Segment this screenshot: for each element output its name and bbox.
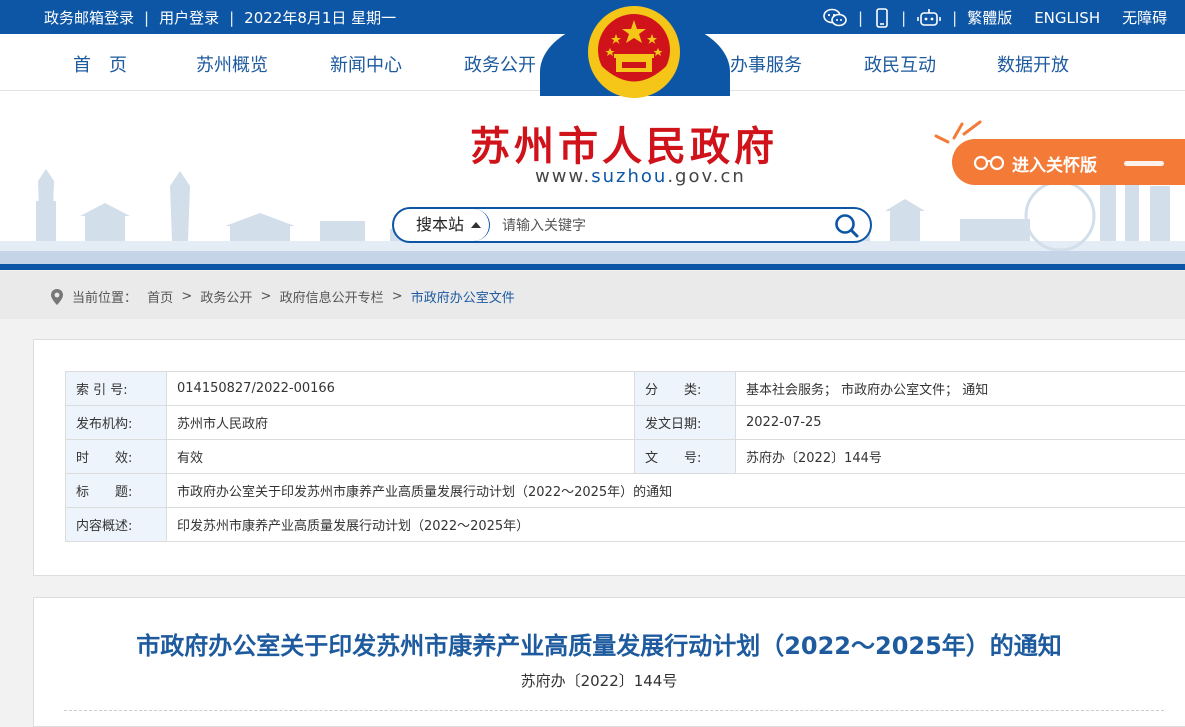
divider: | — [858, 9, 863, 27]
wechat-icon[interactable] — [822, 8, 848, 28]
breadcrumb-info-disclosure[interactable]: 政府信息公开专栏 — [280, 287, 384, 306]
divider: | — [952, 9, 957, 27]
table-row: 标 题: 市政府办公室关于印发苏州市康养产业高质量发展行动计划（2022～202… — [66, 474, 1185, 508]
english-link[interactable]: ENGLISH — [1034, 9, 1100, 27]
breadcrumb-separator: > — [261, 289, 272, 304]
mobile-icon[interactable] — [873, 8, 891, 28]
accessibility-link[interactable]: 无障碍 — [1122, 7, 1167, 28]
mail-login-link[interactable]: 政务邮箱登录 — [44, 7, 134, 28]
banner-bottom-bar — [0, 264, 1185, 270]
national-emblem-icon — [586, 4, 682, 100]
index-number-value: 014150827/2022-00166 — [167, 372, 635, 406]
category-label: 分 类: — [635, 372, 736, 406]
current-date: 2022年8月1日 星期一 — [244, 7, 396, 28]
care-mode-label: 进入关怀版 — [1012, 151, 1097, 176]
document-number-label: 文 号: — [635, 440, 736, 474]
index-number-label: 索 引 号: — [66, 372, 167, 406]
breadcrumb-trail: 当前位置： 首页 > 政务公开 > 政府信息公开专栏 > 市政府办公室文件 — [50, 287, 515, 306]
breadcrumb-separator: > — [181, 289, 192, 304]
nav-government-affairs[interactable]: 政务公开 — [464, 51, 536, 77]
care-streak-decoration — [1124, 161, 1164, 166]
divider: | — [229, 9, 234, 27]
top-left-links: 政务邮箱登录 | 用户登录 | 2022年8月1日 星期一 — [44, 7, 396, 28]
nav-suzhou-overview[interactable]: 苏州概览 — [196, 51, 268, 77]
search-input[interactable] — [500, 213, 824, 239]
location-pin-icon — [50, 288, 64, 306]
breadcrumb: 当前位置： 首页 > 政务公开 > 政府信息公开专栏 > 市政府办公室文件 — [0, 271, 1185, 319]
issue-date-value: 2022-07-25 — [736, 406, 1185, 440]
summary-label: 内容概述: — [66, 508, 167, 542]
table-row: 发布机构: 苏州市人民政府 发文日期: 2022-07-25 — [66, 406, 1185, 440]
site-url-prefix: www. — [535, 166, 591, 187]
breadcrumb-gov-affairs[interactable]: 政务公开 — [200, 287, 252, 306]
article-doc-number: 苏府办〔2022〕144号 — [34, 670, 1164, 691]
nav-home[interactable]: 首 页 — [73, 51, 127, 77]
site-search: 搜本站 — [392, 207, 872, 243]
traditional-chinese-link[interactable]: 繁體版 — [967, 7, 1012, 28]
document-number-value: 苏府办〔2022〕144号 — [736, 440, 1185, 474]
doc-title-label: 标 题: — [66, 474, 167, 508]
table-row: 内容概述: 印发苏州市康养产业高质量发展行动计划（2022～2025年） — [66, 508, 1185, 542]
nav-news-center[interactable]: 新闻中心 — [330, 51, 402, 77]
category-value: 基本社会服务； 市政府办公室文件； 通知 — [736, 372, 1185, 406]
breadcrumb-current[interactable]: 市政府办公室文件 — [411, 287, 515, 306]
user-login-link[interactable]: 用户登录 — [159, 7, 219, 28]
article-title: 市政府办公室关于印发苏州市康养产业高质量发展行动计划（2022～2025年）的通… — [34, 626, 1164, 661]
divider: | — [144, 9, 149, 27]
table-row: 时 效: 有效 文 号: 苏府办〔2022〕144号 — [66, 440, 1185, 474]
breadcrumb-label: 当前位置： — [72, 287, 137, 306]
validity-value: 有效 — [167, 440, 635, 474]
issue-date-label: 发文日期: — [635, 406, 736, 440]
metadata-table: 索 引 号: 014150827/2022-00166 分 类: 基本社会服务；… — [65, 371, 1185, 542]
article-panel: 市政府办公室关于印发苏州市康养产业高质量发展行动计划（2022～2025年）的通… — [33, 597, 1185, 727]
site-title: 苏州市人民政府 — [470, 114, 778, 172]
issuer-label: 发布机构: — [66, 406, 167, 440]
issuer-value: 苏州市人民政府 — [167, 406, 635, 440]
caret-up-icon — [471, 222, 481, 228]
care-mode-button[interactable]: 进入关怀版 — [952, 139, 1185, 185]
robot-icon[interactable] — [916, 8, 942, 28]
search-icon[interactable] — [834, 213, 860, 239]
site-url: www.suzhou.gov.cn — [535, 166, 746, 187]
nav-interaction[interactable]: 政民互动 — [864, 51, 936, 77]
document-metadata-panel: 索 引 号: 014150827/2022-00166 分 类: 基本社会服务；… — [33, 339, 1185, 576]
breadcrumb-separator: > — [392, 289, 403, 304]
nav-services[interactable]: 办事服务 — [730, 51, 802, 77]
doc-title-value: 市政府办公室关于印发苏州市康养产业高质量发展行动计划（2022～2025年）的通… — [167, 474, 1185, 508]
summary-value: 印发苏州市康养产业高质量发展行动计划（2022～2025年） — [167, 508, 1185, 542]
breadcrumb-home[interactable]: 首页 — [147, 287, 173, 306]
glasses-icon — [974, 152, 1004, 172]
divider: | — [901, 9, 906, 27]
top-right-links: | | | 繁體版 ENGLISH 无障碍 — [822, 7, 1167, 28]
search-scope-label: 搜本站 — [416, 215, 464, 234]
nav-open-data[interactable]: 数据开放 — [997, 51, 1069, 77]
table-row: 索 引 号: 014150827/2022-00166 分 类: 基本社会服务；… — [66, 372, 1185, 406]
search-scope-dropdown[interactable]: 搜本站 — [394, 209, 490, 241]
site-url-suffix: .gov.cn — [667, 166, 745, 187]
site-url-domain: suzhou — [591, 166, 667, 187]
divider — [64, 710, 1164, 711]
validity-label: 时 效: — [66, 440, 167, 474]
